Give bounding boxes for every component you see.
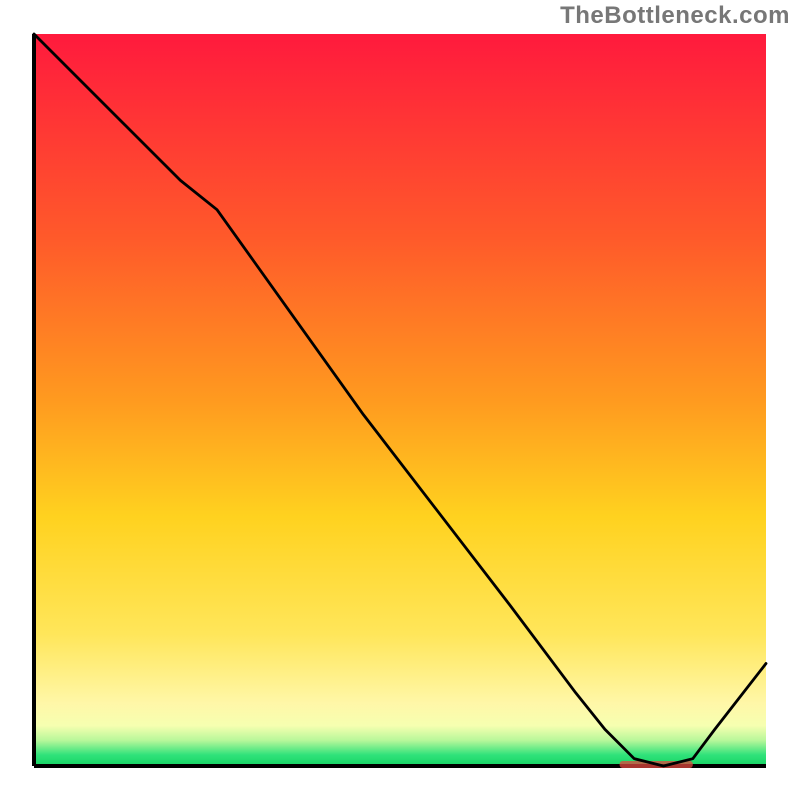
y-axis-label — [0, 0, 24, 800]
watermark-text: TheBottleneck.com — [560, 2, 790, 30]
chart-svg — [30, 30, 770, 770]
plot-area — [30, 30, 770, 770]
chart-stage: TheBottleneck.com — [0, 0, 800, 800]
